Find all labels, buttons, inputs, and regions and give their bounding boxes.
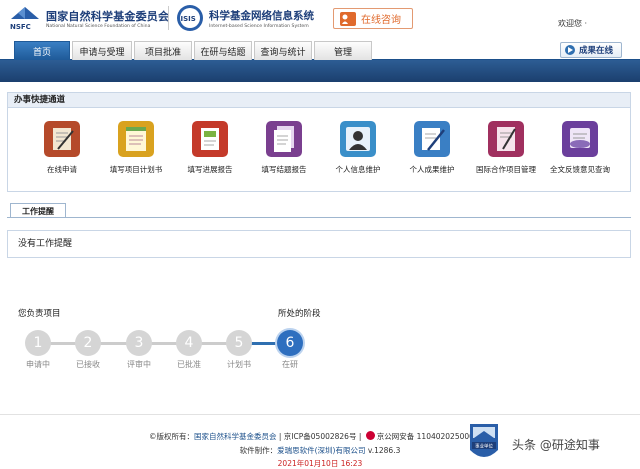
tab-label: 首页 [32,47,51,58]
footer-divider [0,414,640,415]
tab-label: 项目批准 [144,47,181,58]
copyright-owner-link[interactable]: 国家自然科学基金委员会 [194,432,277,441]
quick-item-label: 全文反馈意见查询 [550,165,610,174]
tab-label: 管理 [333,47,352,58]
nsfc-logo-text: NSFC [10,23,31,31]
step-4: 4 [176,330,202,356]
blue-banner [0,60,640,82]
pen-doc-icon [414,121,450,157]
tab-work-reminder[interactable]: 工作提醒 [10,203,66,218]
icp-text: | 京ICP备05002826号 | [276,432,364,441]
nsfc-subtitle: National Natural Science Foundation of C… [46,24,151,29]
tab-approval[interactable]: 项目批准 [134,41,192,60]
tab-apply[interactable]: 申请与受理 [72,41,132,60]
isis-title: 科学基金网络信息系统 [209,10,314,22]
quick-item-label: 在线申请 [47,165,77,174]
online-consult-label: 在线咨询 [361,15,401,26]
quick-item-label: 个人成果维护 [409,165,455,174]
badge-text: 事业单位 [475,443,493,450]
report-icon [192,121,228,157]
police-badge-icon [365,431,375,440]
work-reminder-divider [7,217,631,218]
your-projects-label: 您负责项目 [18,309,61,319]
tab-home[interactable]: 首页 [14,41,70,60]
step-2: 2 [75,330,101,356]
step-label: 已接收 [76,360,100,369]
step-label: 在研 [282,360,298,369]
quick-item-label: 个人信息维护 [335,165,381,174]
copyright-prefix: ©版权所有： [149,432,195,441]
step-3: 3 [126,330,152,356]
tab-query-stats[interactable]: 查询与统计 [254,41,312,60]
watermark: 头条 @研途知事 [512,438,600,452]
quick-access-title: 办事快捷通道 [8,93,630,108]
quick-item-plan[interactable]: 填写项目计划书 [96,121,176,175]
step-label: 已批准 [177,360,201,369]
step-label: 计划书 [227,360,251,369]
step-1: 1 [25,330,51,356]
nsfc-title: 国家自然科学基金委员会 [46,10,170,23]
isis-logo-text: ISIS [181,15,196,23]
quick-item-personal-info[interactable]: 个人信息维护 [318,121,398,175]
notepad-icon [118,121,154,157]
quick-item-label: 填写进展报告 [187,165,233,174]
current-stage-label: 所处的阶段 [278,309,321,319]
quick-access-panel: 办事快捷通道 在线申请 填写项目计划书 填写进展报告 填写结题报告 个人信息维护… [7,92,631,192]
public-institution-badge-icon[interactable]: 事业单位 [468,422,500,464]
pen-paper-icon [44,121,80,157]
software-company-link[interactable]: 爱瑞思软件(深圳)有限公司 [277,446,365,455]
step-5: 5 [226,330,252,356]
feedback-icon [562,121,598,157]
isis-logo[interactable]: ISIS [176,4,204,32]
tab-manage[interactable]: 管理 [314,41,372,60]
version-text: v.1286.3 [365,446,401,455]
document-stack-icon [266,121,302,157]
quick-item-label: 填写项目计划书 [109,165,163,174]
globe-doc-icon [488,121,524,157]
nsfc-logo[interactable]: NSFC [8,5,42,31]
footer-date: 2021年01月10日 16:23 [277,459,363,468]
quick-item-progress-report[interactable]: 填写进展报告 [170,121,250,175]
site-header: NSFC 国家自然科学基金委员会 National Natural Scienc… [0,0,640,36]
quick-item-feedback[interactable]: 全文反馈意见查询 [540,121,620,175]
quick-item-final-report[interactable]: 填写结题报告 [244,121,324,175]
work-reminder-message: 没有工作提醒 [7,230,631,258]
welcome-text: 欢迎您 · [558,19,588,28]
tab-label: 申请与受理 [79,47,125,58]
online-consult-button[interactable]: 在线咨询 [333,8,413,29]
quick-item-personal-results[interactable]: 个人成果维护 [392,121,472,175]
isis-subtitle: Internet-based Science Information Syste… [209,24,309,29]
result-online-button[interactable]: 成果在线 [560,42,622,58]
quick-item-label: 国际合作项目管理 [476,165,536,174]
tab-label: 查询与统计 [260,47,306,58]
step-label: 评审中 [127,360,151,369]
tab-in-progress[interactable]: 在研与结题 [194,41,252,60]
software-prefix: 软件制作： [239,446,278,455]
main-nav: 首页 申请与受理 项目批准 在研与结题 查询与统计 管理 [0,38,640,60]
header-divider [168,6,169,30]
step-6: 6 [277,330,303,356]
person-icon [340,121,376,157]
tab-label: 在研与结题 [200,47,246,58]
step-label: 申请中 [26,360,50,369]
quick-item-online-apply[interactable]: 在线申请 [22,121,102,175]
quick-item-intl-projects[interactable]: 国际合作项目管理 [466,121,546,175]
arrow-right-icon [565,45,575,55]
chat-bubble-icon [340,11,356,26]
quick-item-label: 填写结题报告 [261,165,307,174]
result-online-label: 成果在线 [579,46,614,56]
